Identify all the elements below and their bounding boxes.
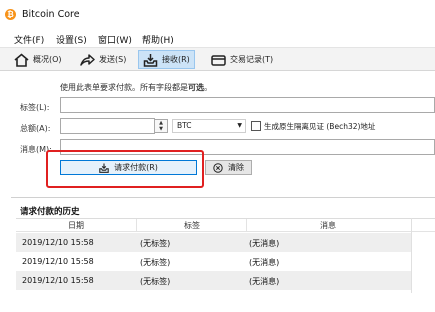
clear-button[interactable]: 清除 — [205, 160, 252, 175]
column-date[interactable]: 日期 — [68, 220, 84, 231]
tab-send-label: 发送(S) — [99, 55, 127, 64]
history-title: 请求付款的历史 — [20, 207, 80, 217]
menu-window[interactable]: 窗口(W) — [98, 33, 132, 46]
row-message: (无消息) — [249, 277, 280, 286]
row-label: (无标签) — [140, 239, 171, 248]
tab-transactions[interactable]: 交易记录(T) — [207, 50, 277, 69]
title-bar: ₿ Bitcoin Core — [0, 0, 435, 26]
send-arrow-icon — [80, 53, 95, 66]
spin-down-icon[interactable]: ▼ — [155, 126, 167, 132]
column-message[interactable]: 消息 — [320, 220, 336, 231]
history-table-header: 日期 标签 消息 — [16, 219, 435, 232]
clear-button-label: 清除 — [228, 163, 244, 172]
table-row[interactable]: 2019/12/10 15:58 (无标签) (无消息) — [16, 233, 412, 252]
row-label: (无标签) — [140, 277, 171, 286]
unit-select[interactable]: BTC ▼ — [172, 119, 246, 133]
bitcoin-logo-icon: ₿ — [5, 9, 16, 20]
window-title: Bitcoin Core — [22, 9, 80, 20]
tab-transactions-label: 交易记录(T) — [230, 55, 274, 64]
unit-select-value: BTC — [177, 121, 192, 130]
bech32-checkbox-label[interactable]: 生成原生隔离见证 (Bech32)地址 — [264, 121, 375, 132]
table-row[interactable]: 2019/12/10 15:58 (无标签) (无消息) — [16, 271, 412, 290]
menu-bar: 文件(F) 设置(S) 窗口(W) 帮助(H) — [0, 31, 435, 47]
row-message: (无消息) — [249, 258, 280, 267]
red-highlight-box — [46, 150, 204, 188]
form-hint: 使用此表单要求付款。所有字段都是可选。 — [60, 82, 212, 93]
history-table: 日期 标签 消息 2019/12/10 15:58 (无标签) (无消息) 20… — [16, 218, 435, 312]
menu-settings[interactable]: 设置(S) — [56, 33, 87, 46]
table-row[interactable]: 2019/12/10 15:58 (无标签) (无消息) — [16, 252, 412, 271]
form-hint-prefix: 使用此表单要求付款。所有字段都是 — [60, 83, 188, 92]
toolbar: 概况(O) 发送(S) 接收(R) 交易记录(T) — [0, 47, 435, 71]
amount-spinner[interactable]: ▲ ▼ — [154, 119, 168, 133]
amount-field-label: 总额(A): — [20, 124, 51, 133]
form-hint-bold: 可选 — [188, 83, 204, 92]
row-label: (无标签) — [140, 258, 171, 267]
tab-overview[interactable]: 概况(O) — [10, 50, 66, 69]
home-icon — [14, 52, 29, 67]
app-window: ₿ Bitcoin Core 文件(F) 设置(S) 窗口(W) 帮助(H) 概… — [0, 0, 435, 312]
amount-input[interactable] — [60, 118, 155, 134]
receive-inbox-icon — [143, 53, 158, 67]
clear-circle-x-icon — [213, 162, 223, 173]
row-message: (无消息) — [249, 239, 280, 248]
tab-send[interactable]: 发送(S) — [76, 50, 130, 69]
column-label[interactable]: 标签 — [184, 220, 200, 231]
column-divider — [136, 219, 137, 232]
column-divider — [246, 219, 247, 232]
tab-overview-label: 概况(O) — [33, 55, 62, 64]
label-field-label: 标签(L): — [20, 103, 50, 112]
tab-receive-label: 接收(R) — [162, 55, 190, 64]
row-date: 2019/12/10 15:58 — [22, 276, 94, 285]
bech32-checkbox[interactable] — [251, 121, 261, 131]
label-input[interactable] — [60, 97, 435, 113]
menu-help[interactable]: 帮助(H) — [142, 33, 174, 46]
section-divider — [11, 197, 435, 198]
chevron-down-icon: ▼ — [237, 122, 242, 129]
tab-receive[interactable]: 接收(R) — [138, 50, 195, 69]
row-date: 2019/12/10 15:58 — [22, 257, 94, 266]
form-hint-suffix: 。 — [204, 83, 212, 92]
table-scrollbar[interactable] — [411, 218, 412, 293]
transactions-card-icon — [211, 54, 226, 66]
row-date: 2019/12/10 15:58 — [22, 238, 94, 247]
menu-file[interactable]: 文件(F) — [14, 33, 44, 46]
